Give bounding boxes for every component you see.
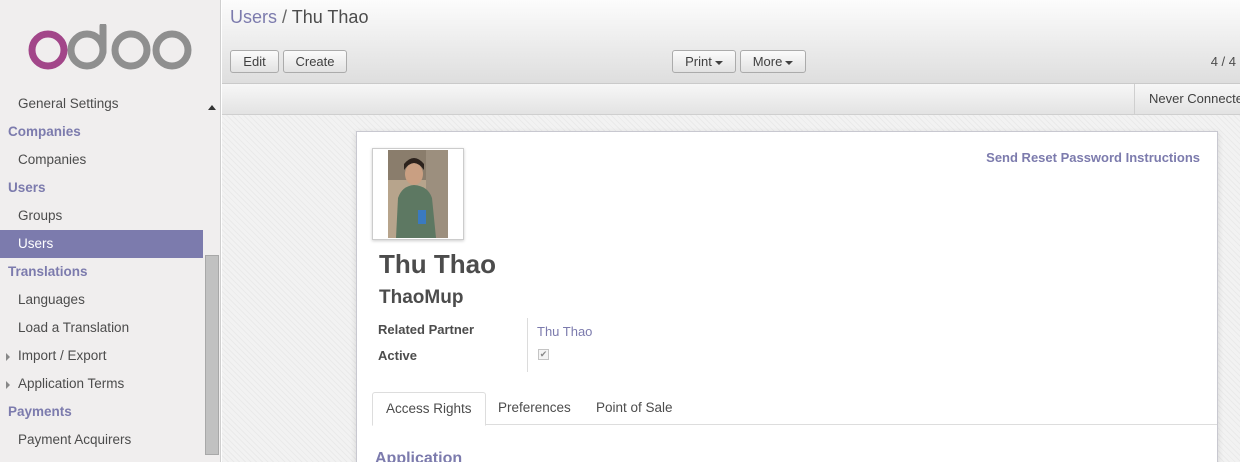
sidebar-item-import-export[interactable]: Import / Export — [0, 342, 203, 370]
user-avatar[interactable] — [372, 148, 464, 240]
user-photo-image — [388, 150, 448, 238]
breadcrumb-users-link[interactable]: Users — [230, 7, 277, 27]
tab-point-of-sale[interactable]: Point of Sale — [583, 392, 686, 425]
sidebar-item-label: Translations — [8, 264, 88, 279]
print-button[interactable]: Print — [672, 50, 736, 73]
sidebar-item-users[interactable]: Users — [0, 230, 203, 258]
login-status-label: Never Connected — [1149, 91, 1240, 106]
user-login[interactable]: ThaoMup — [379, 287, 463, 309]
odoo-logo[interactable] — [26, 24, 196, 74]
tab-label: Access Rights — [386, 401, 472, 416]
breadcrumb-separator: / — [282, 7, 288, 27]
sidebar-item-label: Users — [18, 236, 54, 251]
sidebar-item-label: Application Terms — [18, 376, 125, 391]
caret-right-icon — [6, 381, 10, 389]
field-divider — [527, 318, 528, 372]
sidebar: General Settings Companies Companies Users G… — [0, 0, 221, 462]
send-reset-password-link[interactable]: Send Reset Password Instructions — [986, 150, 1200, 165]
sidebar-item-companies[interactable]: Companies — [0, 146, 203, 174]
sidebar-item-label: Languages — [18, 292, 85, 307]
print-button-label: Print — [685, 54, 712, 69]
sidebar-section-users: Users — [0, 174, 203, 202]
more-button-label: More — [752, 54, 783, 69]
sidebar-item-label: Payments — [8, 404, 72, 419]
control-panel: Users / Thu Thao Edit Create Print More … — [222, 0, 1240, 84]
sidebar-item-label: General Settings — [18, 96, 119, 111]
section-title: Application — [375, 450, 463, 462]
sidebar-item-label: Import / Export — [18, 348, 107, 363]
sidebar-item-application-terms[interactable]: Application Terms — [0, 370, 203, 398]
sidebar-item-languages[interactable]: Languages — [0, 286, 203, 314]
sidebar-scrollbar[interactable] — [204, 98, 220, 462]
sidebar-item-label: Groups — [18, 208, 63, 223]
sidebar-item-groups[interactable]: Groups — [0, 202, 203, 230]
form-sheet: Send Reset Password Instructions Thu Tha… — [356, 131, 1218, 462]
breadcrumb: Users / Thu Thao — [230, 7, 368, 28]
tab-preferences[interactable]: Preferences — [485, 392, 584, 425]
sidebar-item-label: Payment Acquirers — [18, 432, 132, 447]
related-partner-label: Related Partner — [378, 322, 475, 337]
more-button[interactable]: More — [740, 50, 806, 73]
sidebar-section-payments: Payments — [0, 398, 203, 426]
sidebar-section-translations: Translations — [0, 258, 203, 286]
tab-access-rights[interactable]: Access Rights — [372, 392, 486, 426]
active-checkbox[interactable]: ✔ — [538, 349, 549, 360]
sidebar-section-companies: Companies — [0, 118, 203, 146]
pager-value[interactable]: 4 / 4 — [1211, 54, 1236, 69]
sidebar-item-label: Users — [8, 180, 46, 195]
sidebar-item-label: Companies — [18, 152, 87, 167]
sidebar-menu: General Settings Companies Companies Users G… — [0, 90, 203, 454]
tab-label: Preferences — [498, 400, 571, 415]
check-icon: ✔ — [539, 349, 548, 359]
edit-button-label: Edit — [243, 54, 266, 69]
sidebar-item-payment-acquirers[interactable]: Payment Acquirers — [0, 426, 203, 454]
status-bar: Never Connected — [222, 84, 1240, 115]
create-button[interactable]: Create — [283, 50, 347, 73]
caret-right-icon — [6, 353, 10, 361]
login-status-button[interactable]: Never Connected — [1134, 84, 1240, 114]
scroll-up-arrow-icon[interactable] — [208, 105, 216, 110]
sidebar-item-label: Companies — [8, 124, 81, 139]
sidebar-item-general-settings[interactable]: General Settings — [0, 90, 203, 118]
edit-button[interactable]: Edit — [230, 50, 279, 73]
caret-down-icon — [785, 60, 794, 65]
sidebar-item-label: Load a Translation — [18, 320, 130, 335]
tab-label: Point of Sale — [596, 400, 673, 415]
active-label: Active — [378, 348, 418, 363]
sidebar-item-load-a-translation[interactable]: Load a Translation — [0, 314, 203, 342]
create-button-label: Create — [295, 54, 335, 69]
user-name[interactable]: Thu Thao — [379, 249, 496, 280]
form-view: Send Reset Password Instructions Thu Tha… — [222, 115, 1240, 462]
breadcrumb-current: Thu Thao — [291, 7, 369, 27]
notebook-tabs: Access Rights Preferences Point of Sale — [372, 392, 1217, 426]
caret-down-icon — [714, 60, 723, 65]
scroll-thumb[interactable] — [205, 255, 219, 455]
related-partner-link[interactable]: Thu Thao — [537, 324, 592, 339]
